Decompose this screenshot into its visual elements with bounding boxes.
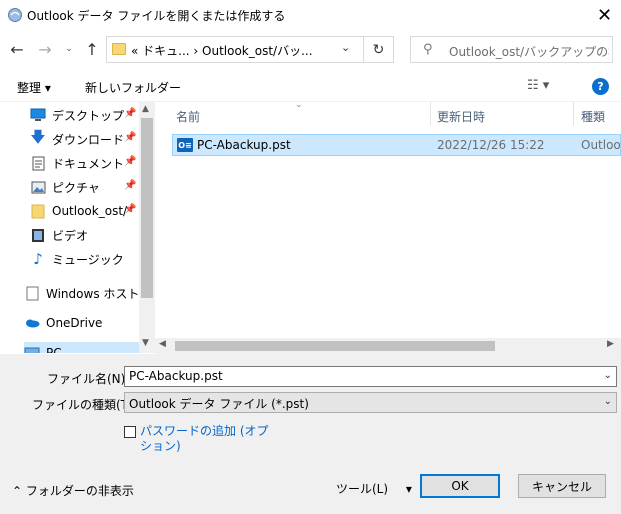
nav-item-desktop[interactable]: デスクトップ bbox=[30, 104, 124, 126]
nav-item-pictures[interactable]: ピクチャ bbox=[30, 176, 100, 198]
chevron-up-icon: ⌃ bbox=[12, 484, 23, 498]
filename-field[interactable]: PC-Abackup.pst ⌄ bbox=[124, 366, 617, 387]
outlook-data-file-icon bbox=[8, 8, 22, 22]
nav-item-label: ドキュメント bbox=[52, 156, 125, 171]
up-arrow-icon[interactable]: ↑ bbox=[83, 40, 101, 59]
download-icon: 🡇 bbox=[30, 127, 46, 146]
organize-menu-button[interactable]: 整理 ▾ bbox=[17, 79, 51, 96]
pin-icon: 📌 bbox=[124, 108, 137, 119]
nav-item-onedrive[interactable]: OneDrive bbox=[24, 312, 102, 334]
filename-label: ファイル名(N): bbox=[47, 372, 130, 386]
filetype-label: ファイルの種類(T): bbox=[32, 398, 137, 412]
cancel-button[interactable]: キャンセル bbox=[518, 474, 606, 498]
forward-arrow-icon[interactable]: → bbox=[36, 40, 54, 59]
address-path[interactable]: « ドキュ... › Outlook_ost/バッ... bbox=[131, 42, 313, 59]
chevron-down-icon[interactable]: ⌄ bbox=[604, 396, 612, 407]
desktop-icon bbox=[30, 107, 46, 123]
recent-locations-chevron-icon[interactable]: ⌄ bbox=[63, 40, 75, 58]
scroll-left-arrow-icon[interactable]: ◀ bbox=[159, 339, 166, 349]
pin-icon: 📌 bbox=[124, 156, 137, 167]
help-icon[interactable]: ? bbox=[592, 78, 609, 95]
scrollbar-thumb[interactable] bbox=[141, 118, 153, 298]
folder-icon bbox=[112, 43, 126, 55]
tools-label: ツール(L) bbox=[336, 482, 389, 496]
close-button[interactable]: ✕ bbox=[588, 0, 621, 30]
chevron-down-icon[interactable]: ⌄ bbox=[604, 370, 612, 381]
view-options-icon[interactable]: ☷ ▾ bbox=[527, 78, 549, 93]
folder-icon bbox=[30, 203, 46, 219]
video-icon bbox=[30, 227, 46, 243]
hide-folders-toggle[interactable]: ⌃ フォルダーの非表示 bbox=[12, 482, 134, 499]
password-option-label[interactable]: パスワードの追加 (オプション) bbox=[140, 424, 270, 454]
nav-item-label: ミュージック bbox=[52, 252, 124, 267]
chevron-down-icon[interactable]: ⌄ bbox=[341, 41, 350, 54]
column-divider[interactable] bbox=[430, 102, 431, 126]
pc-icon bbox=[24, 345, 40, 353]
file-name: PC-Abackup.pst bbox=[197, 138, 291, 152]
search-icon: ⚲ bbox=[423, 42, 433, 57]
column-header-name[interactable]: 名前 bbox=[176, 108, 200, 125]
filetype-value: Outlook データ ファイル (*.pst) bbox=[129, 397, 309, 411]
pin-icon: 📌 bbox=[124, 132, 137, 143]
search-input[interactable]: ⚲ Outlook_ost/バックアップの検索 bbox=[410, 36, 613, 63]
nav-item-windows-host[interactable]: Windows ホスト プ bbox=[24, 282, 155, 304]
onedrive-icon bbox=[24, 315, 40, 331]
scrollbar-thumb[interactable] bbox=[175, 341, 495, 351]
music-icon: ♪ bbox=[33, 250, 43, 268]
command-toolbar: 整理 ▾ 新しいフォルダー ☷ ▾ ? bbox=[0, 72, 621, 102]
pictures-icon bbox=[30, 179, 46, 195]
nav-item-label: OneDrive bbox=[46, 316, 103, 330]
search-placeholder: Outlook_ost/バックアップの検索 bbox=[449, 45, 609, 59]
nav-item-label: PC bbox=[46, 346, 62, 353]
back-arrow-icon[interactable]: ← bbox=[8, 40, 26, 59]
pin-icon: 📌 bbox=[124, 204, 137, 215]
scroll-up-arrow-icon[interactable]: ▲ bbox=[142, 104, 149, 114]
nav-item-pc[interactable]: PC bbox=[24, 342, 139, 353]
file-list: ⌄ 名前 更新日時 種類 O≡ PC-Abackup.pst 2022/12/2… bbox=[165, 102, 621, 353]
nav-item-label: デスクトップ bbox=[52, 108, 125, 123]
hide-folders-label: フォルダーの非表示 bbox=[25, 484, 134, 498]
navigation-scrollbar[interactable]: ▲ ▼ bbox=[139, 102, 155, 353]
documents-icon bbox=[30, 155, 46, 171]
filetype-select[interactable]: Outlook データ ファイル (*.pst) ⌄ bbox=[124, 392, 617, 413]
file-row[interactable]: O≡ PC-Abackup.pst 2022/12/26 15:22 Outlo… bbox=[172, 134, 621, 156]
filename-value[interactable]: PC-Abackup.pst bbox=[129, 369, 223, 383]
password-checkbox[interactable] bbox=[124, 426, 136, 438]
tools-menu-button[interactable]: ツール(L) ▾ bbox=[336, 480, 412, 497]
window-title: Outlook データ ファイルを開くまたは作成する bbox=[27, 9, 286, 23]
nav-item-videos[interactable]: ビデオ bbox=[30, 224, 88, 246]
file-type: Outlook bbox=[581, 138, 621, 152]
ok-button[interactable]: OK bbox=[420, 474, 500, 498]
horizontal-scrollbar[interactable]: ◀ ▶ bbox=[155, 338, 621, 354]
sort-chevron-icon: ⌄ bbox=[295, 102, 303, 110]
dropdown-arrow-icon: ▾ bbox=[405, 482, 412, 496]
new-folder-button[interactable]: 新しいフォルダー bbox=[85, 79, 181, 96]
nav-item-documents[interactable]: ドキュメント bbox=[30, 152, 124, 174]
nav-item-label: ピクチャ bbox=[52, 180, 100, 195]
nav-item-label: ダウンロード bbox=[52, 132, 125, 147]
column-header-type[interactable]: 種類 bbox=[581, 108, 605, 125]
nav-item-label: ビデオ bbox=[52, 228, 89, 243]
document-icon bbox=[24, 285, 40, 301]
address-bar[interactable]: « ドキュ... › Outlook_ost/バッ... ⌄ bbox=[106, 36, 364, 63]
navigation-pane: デスクトップ 📌 🡇 ダウンロード 📌 ドキュメント 📌 ピクチャ 📌 Outl… bbox=[0, 102, 155, 353]
nav-item-label: Outlook_ost/ bbox=[52, 204, 128, 218]
refresh-icon[interactable]: ↻ bbox=[364, 36, 394, 63]
title-bar: Outlook データ ファイルを開くまたは作成する ✕ bbox=[0, 0, 621, 30]
nav-item-downloads[interactable]: 🡇 ダウンロード bbox=[30, 128, 124, 150]
nav-item-outlook-ost[interactable]: Outlook_ost/ bbox=[30, 200, 127, 222]
pin-icon: 📌 bbox=[124, 180, 137, 191]
file-modified: 2022/12/26 15:22 bbox=[437, 138, 545, 152]
scroll-down-arrow-icon[interactable]: ▼ bbox=[142, 338, 149, 348]
column-header-modified[interactable]: 更新日時 bbox=[437, 108, 485, 125]
nav-item-music[interactable]: ♪ ミュージック bbox=[30, 248, 124, 270]
scroll-right-arrow-icon[interactable]: ▶ bbox=[607, 339, 614, 349]
column-divider[interactable] bbox=[573, 102, 574, 126]
outlook-pst-icon: O≡ bbox=[177, 138, 193, 152]
